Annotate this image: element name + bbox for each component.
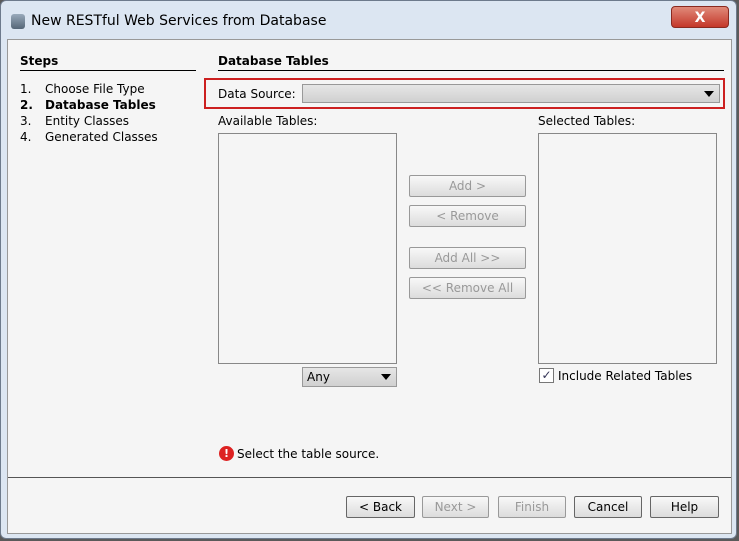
dialog-content: Steps 1. Choose File Type 2. Database Tabl…	[7, 39, 732, 534]
step-2-current: 2. Database Tables	[20, 98, 156, 112]
back-button[interactable]: < Back	[346, 496, 415, 518]
window-title: New RESTful Web Services from Database	[31, 13, 327, 29]
selected-tables-label: Selected Tables:	[538, 114, 636, 128]
close-button[interactable]: X	[671, 6, 729, 28]
step-1: 1. Choose File Type	[20, 82, 145, 96]
finish-button[interactable]: Finish	[498, 496, 566, 518]
step-label: Choose File Type	[45, 82, 145, 96]
step-num: 2.	[20, 98, 33, 112]
step-label: Database Tables	[45, 98, 156, 112]
add-all-button[interactable]: Add All >>	[409, 247, 526, 269]
chevron-down-icon	[381, 374, 391, 380]
step-3: 3. Entity Classes	[20, 114, 129, 128]
available-tables-label: Available Tables:	[218, 114, 318, 128]
step-label: Entity Classes	[45, 114, 130, 128]
data-source-row: Data Source:	[204, 78, 725, 109]
steps-heading: Steps	[20, 54, 196, 71]
chevron-down-icon	[704, 91, 714, 97]
remove-button[interactable]: < Remove	[409, 205, 526, 227]
table-filter-combo[interactable]: Any	[302, 367, 397, 387]
divider	[8, 477, 731, 478]
selected-tables-list[interactable]	[538, 133, 717, 364]
help-button[interactable]: Help	[650, 496, 719, 518]
next-button[interactable]: Next >	[422, 496, 489, 518]
step-num: 3.	[20, 114, 32, 128]
filter-value: Any	[307, 370, 330, 384]
cancel-button[interactable]: Cancel	[574, 496, 642, 518]
add-button[interactable]: Add >	[409, 175, 526, 197]
data-source-label: Data Source:	[218, 87, 296, 101]
step-label: Generated Classes	[45, 130, 158, 144]
include-related-label: Include Related Tables	[558, 369, 693, 383]
remove-all-button[interactable]: << Remove All	[409, 277, 526, 299]
step-num: 4.	[20, 130, 32, 144]
step-num: 1.	[20, 82, 32, 96]
error-message: Select the table source.	[237, 447, 380, 461]
app-icon	[11, 13, 25, 29]
step-4: 4. Generated Classes	[20, 130, 158, 144]
title-bar: New RESTful Web Services from Database	[11, 13, 326, 29]
panel-heading: Database Tables	[218, 54, 724, 71]
include-related-checkbox[interactable]: ✓	[539, 368, 554, 383]
available-tables-list[interactable]	[218, 133, 397, 364]
dialog-window: New RESTful Web Services from Database X…	[0, 0, 737, 539]
data-source-combo[interactable]	[302, 84, 720, 103]
error-icon: !	[219, 446, 234, 461]
